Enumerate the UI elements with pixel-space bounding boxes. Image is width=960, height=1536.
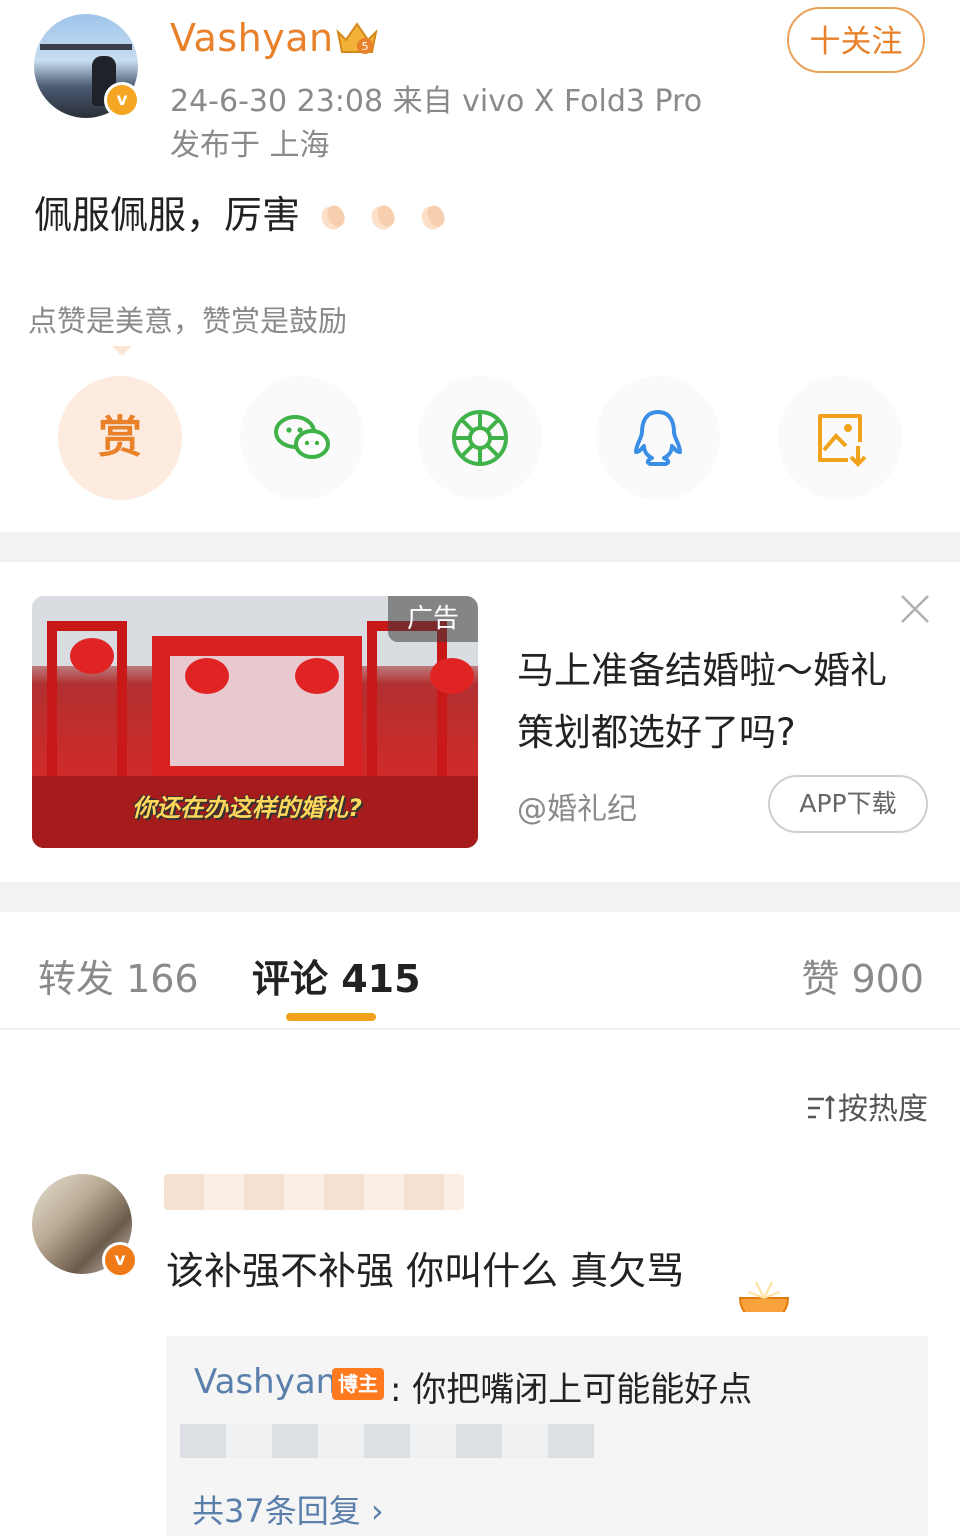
active-tab-indicator <box>286 1013 376 1021</box>
follow-button[interactable]: 十关注 <box>787 7 925 73</box>
tab-divider <box>0 1028 960 1030</box>
commenter-avatar[interactable]: v <box>32 1174 138 1278</box>
share-qq-button[interactable] <box>596 376 720 500</box>
share-wechat-button[interactable] <box>240 376 364 500</box>
tab-repost[interactable]: 转发 166 <box>38 948 199 1003</box>
ad-image[interactable]: 你还在办这样的婚礼? 广告 <box>32 596 478 848</box>
tab-comment[interactable]: 评论 415 <box>252 948 421 1003</box>
ad-download-button[interactable]: APP下载 <box>768 775 928 833</box>
qq-icon <box>634 410 682 466</box>
moments-icon <box>452 410 508 466</box>
close-icon[interactable] <box>898 592 932 626</box>
share-moments-button[interactable] <box>418 376 542 500</box>
host-badge: 博主 <box>332 1368 384 1400</box>
clap-emoji-icon <box>421 205 445 230</box>
save-image-button[interactable] <box>778 376 902 500</box>
tab-like[interactable]: 赞 900 <box>801 948 924 1003</box>
ad-title[interactable]: 马上准备结婚啦～婚礼策划都选好了吗? <box>517 640 897 764</box>
wechat-icon <box>274 415 330 459</box>
reward-tip: 点赞是美意，赞赏是鼓励 <box>28 304 348 338</box>
svg-text:5: 5 <box>362 40 369 53</box>
clap-emoji-icon <box>321 205 345 230</box>
sort-label: 按热度 <box>838 1092 928 1127</box>
blurred-reply <box>180 1424 594 1458</box>
reply-text: : 你把嘴闭上可能能好点 <box>390 1370 753 1410</box>
member-crown-icon: 5 <box>336 22 378 54</box>
sort-icon <box>808 1095 835 1119</box>
post-time-device: 24-6-30 23:08 来自 vivo X Fold3 Pro <box>170 84 703 119</box>
verified-badge-icon: v <box>102 1242 138 1278</box>
blurred-commenter-name <box>164 1174 464 1210</box>
reply-author[interactable]: Vashyan <box>194 1362 337 1402</box>
ad-tag: 广告 <box>388 596 478 642</box>
post-text-content: 佩服佩服，厉害 <box>34 193 301 237</box>
ad-source[interactable]: @婚礼纪 <box>517 784 637 828</box>
tip-arrow <box>112 346 132 356</box>
clap-emoji-icon <box>371 205 395 230</box>
reward-button[interactable]: 赏 <box>58 376 182 500</box>
section-divider <box>0 882 960 912</box>
ad-image-caption: 你还在办这样的婚礼? <box>132 794 362 822</box>
comment-text: 该补强不补强 你叫什么 真欠骂 <box>166 1249 685 1293</box>
more-replies-link[interactable]: 共37条回复 › <box>192 1486 384 1532</box>
author-name[interactable]: Vashyan <box>170 16 334 60</box>
orange-slice-icon <box>738 1281 790 1312</box>
post-location: 发布于 上海 <box>170 128 330 163</box>
post-text: 佩服佩服，厉害 <box>34 184 450 239</box>
sort-button[interactable]: 按热度 <box>806 1084 928 1128</box>
save-image-icon <box>818 414 867 467</box>
verified-badge-icon: v <box>104 82 140 118</box>
section-divider <box>0 532 960 562</box>
